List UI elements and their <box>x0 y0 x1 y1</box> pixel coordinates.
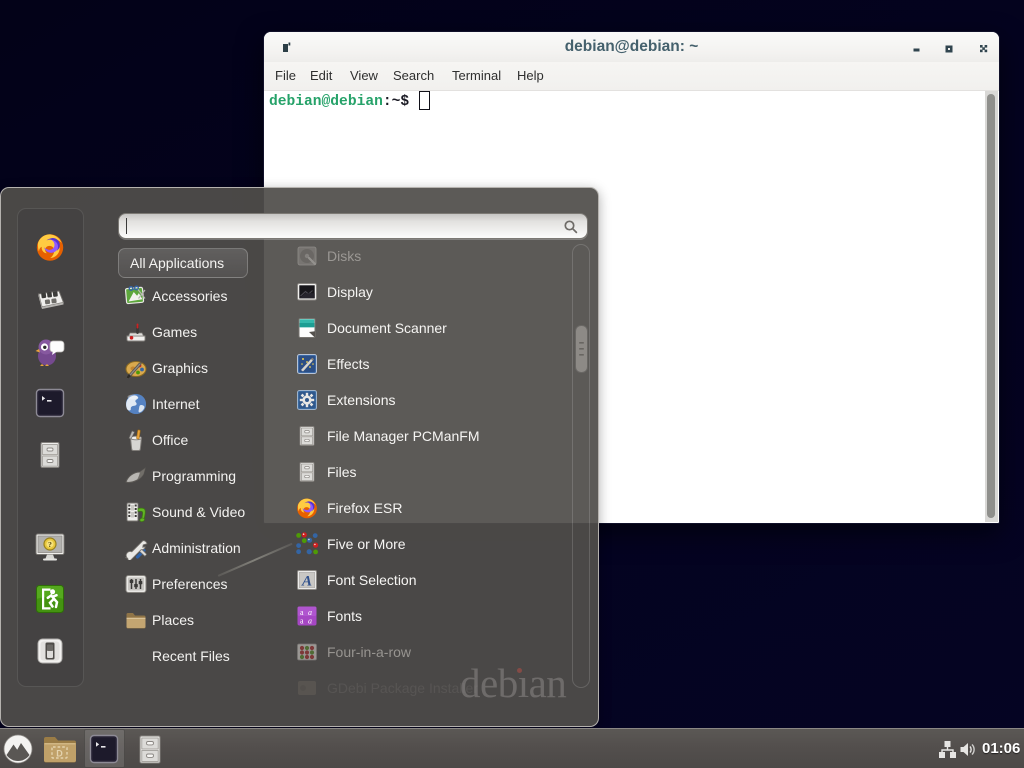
svg-text:a: a <box>300 617 304 626</box>
svg-text:D: D <box>56 749 63 759</box>
svg-text:?: ? <box>48 540 52 549</box>
svg-text:A: A <box>301 574 312 590</box>
svg-text:a: a <box>308 617 312 626</box>
